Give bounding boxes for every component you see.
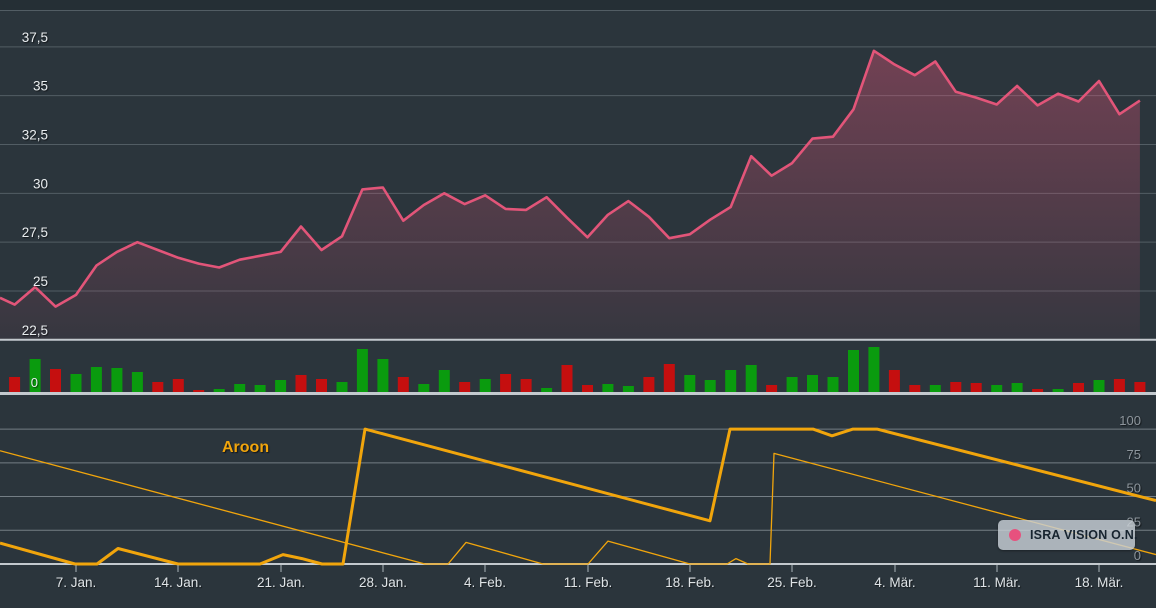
- volume-bar-down[interactable]: [296, 375, 307, 392]
- x-axis-label: 21. Jan.: [257, 575, 305, 590]
- volume-bar-down[interactable]: [562, 365, 573, 392]
- price-y-axis-label: 30: [33, 176, 48, 191]
- x-axis-label: 7. Jan.: [56, 575, 97, 590]
- volume-bar-down[interactable]: [909, 385, 920, 392]
- x-axis-label: 11. Mär.: [973, 575, 1021, 590]
- legend-series-label: ISRA VISION O.N.: [1030, 528, 1138, 542]
- volume-bar-up[interactable]: [868, 347, 879, 392]
- x-axis-label: 14. Jan.: [154, 575, 202, 590]
- volume-bar-down[interactable]: [950, 382, 961, 392]
- volume-bar-up[interactable]: [255, 385, 266, 392]
- aroon-y-axis-label: 75: [1127, 447, 1141, 462]
- volume-bar-down[interactable]: [1032, 389, 1043, 392]
- volume-bar-up[interactable]: [541, 388, 552, 392]
- aroon-y-axis-label: 100: [1119, 413, 1141, 428]
- volume-bar-down[interactable]: [398, 377, 409, 392]
- volume-bar-up[interactable]: [132, 372, 143, 392]
- legend-series-dot-icon: [1009, 529, 1021, 541]
- volume-bar-up[interactable]: [602, 384, 613, 392]
- volume-bar-up[interactable]: [234, 384, 245, 392]
- price-y-axis-label: 27,5: [22, 225, 48, 240]
- volume-bar-up[interactable]: [828, 377, 839, 392]
- x-axis-label: 4. Mär.: [874, 575, 915, 590]
- volume-bar-down[interactable]: [459, 382, 470, 392]
- volume-bar-up[interactable]: [1012, 383, 1023, 392]
- volume-bar-down[interactable]: [9, 377, 20, 392]
- volume-bar-up[interactable]: [377, 359, 388, 392]
- volume-bar-down[interactable]: [500, 374, 511, 392]
- volume-bar-up[interactable]: [807, 375, 818, 392]
- x-axis-label: 18. Feb.: [665, 575, 715, 590]
- volume-bar-down[interactable]: [664, 364, 675, 392]
- volume-bar-up[interactable]: [214, 389, 225, 392]
- volume-bar-up[interactable]: [275, 380, 286, 392]
- price-y-axis-label: 32,5: [22, 128, 48, 143]
- volume-zero-label: 0: [31, 375, 38, 390]
- volume-bar-up[interactable]: [991, 385, 1002, 392]
- volume-bar-up[interactable]: [930, 385, 941, 392]
- price-y-axis-label: 25: [33, 274, 48, 289]
- x-axis-label: 11. Feb.: [564, 575, 613, 590]
- x-axis-label: 28. Jan.: [359, 575, 407, 590]
- volume-bar-down[interactable]: [50, 369, 61, 392]
- volume-bar-up[interactable]: [746, 365, 757, 392]
- stock-chart-root[interactable]: 37,53532,53027,52522,5010075502507. Jan.…: [0, 0, 1156, 608]
- volume-bar-up[interactable]: [1053, 389, 1064, 392]
- volume-bar-up[interactable]: [71, 374, 82, 392]
- x-axis-label: 25. Feb.: [767, 575, 817, 590]
- volume-bar-down[interactable]: [521, 379, 532, 392]
- volume-bar-up[interactable]: [418, 384, 429, 392]
- volume-bar-down[interactable]: [1134, 382, 1145, 392]
- volume-bar-up[interactable]: [705, 380, 716, 392]
- x-axis-label: 4. Feb.: [464, 575, 506, 590]
- chart-canvas[interactable]: 37,53532,53027,52522,5010075502507. Jan.…: [0, 0, 1156, 608]
- price-y-axis-label: 35: [33, 79, 48, 94]
- volume-bar-down[interactable]: [193, 390, 204, 392]
- volume-bar-up[interactable]: [480, 379, 491, 392]
- volume-bar-up[interactable]: [623, 386, 634, 392]
- volume-bar-up[interactable]: [357, 349, 368, 392]
- volume-bar-up[interactable]: [1094, 380, 1105, 392]
- volume-bar-up[interactable]: [848, 350, 859, 392]
- volume-bar-up[interactable]: [91, 367, 102, 392]
- price-y-axis-label: 22,5: [22, 323, 48, 338]
- volume-bar-up[interactable]: [337, 382, 348, 392]
- series-legend[interactable]: ISRA VISION O.N.: [998, 520, 1135, 550]
- volume-bar-down[interactable]: [971, 383, 982, 392]
- volume-bar-down[interactable]: [316, 379, 327, 392]
- volume-bar-up[interactable]: [684, 375, 695, 392]
- x-axis-label: 18. Mär.: [1075, 575, 1124, 590]
- top-strip: [0, 0, 1156, 10]
- volume-bar-down[interactable]: [152, 382, 163, 392]
- volume-bar-down[interactable]: [643, 377, 654, 392]
- volume-bar-down[interactable]: [1114, 379, 1125, 392]
- volume-bar-down[interactable]: [173, 379, 184, 392]
- volume-bar-up[interactable]: [439, 370, 450, 392]
- volume-bar-up[interactable]: [111, 368, 122, 392]
- aroon-indicator-title: Aroon: [222, 439, 269, 457]
- volume-bar-up[interactable]: [725, 370, 736, 392]
- volume-bar-down[interactable]: [889, 370, 900, 392]
- volume-bar-down[interactable]: [582, 385, 593, 392]
- price-y-axis-label: 37,5: [22, 30, 48, 45]
- volume-bar-down[interactable]: [766, 385, 777, 392]
- volume-bar-up[interactable]: [787, 377, 798, 392]
- volume-bar-down[interactable]: [1073, 383, 1084, 392]
